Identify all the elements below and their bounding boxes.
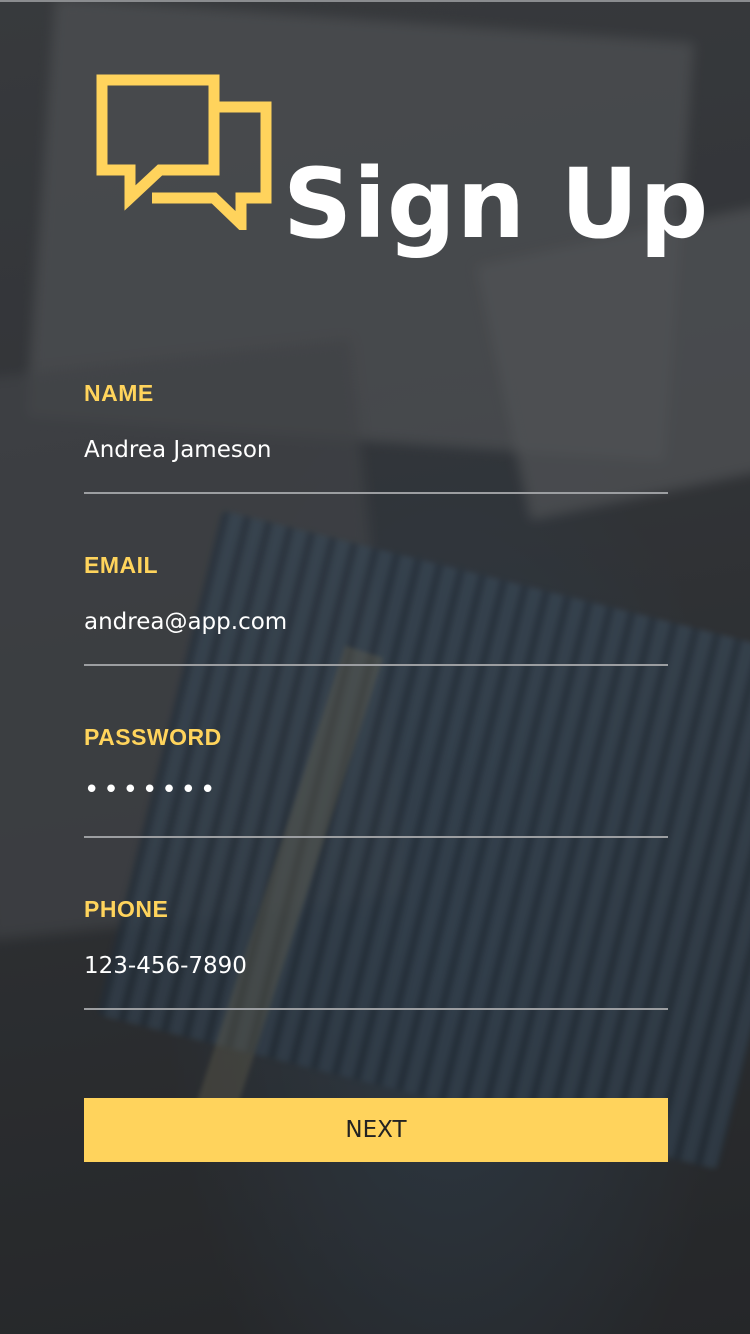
password-label: PASSWORD [84,724,222,750]
email-underline [84,664,668,666]
name-underline [84,492,668,494]
password-underline [84,836,668,838]
email-label: EMAIL [84,552,159,578]
phone-field: PHONE [84,896,668,1016]
name-input[interactable] [84,430,668,470]
phone-underline [84,1008,668,1010]
email-field: EMAIL [84,552,668,672]
signup-screen: Sign Up NAME EMAIL PASSWORD PHONE NEXT [0,0,750,1334]
phone-label: PHONE [84,896,169,922]
page-title: Sign Up [283,148,710,260]
password-field: PASSWORD [84,724,668,844]
next-button[interactable]: NEXT [84,1098,668,1162]
password-input[interactable] [84,770,668,810]
email-input[interactable] [84,602,668,642]
phone-input[interactable] [84,946,668,986]
name-label: NAME [84,380,154,406]
chat-bubbles-icon [96,74,272,230]
name-field: NAME [84,380,668,500]
